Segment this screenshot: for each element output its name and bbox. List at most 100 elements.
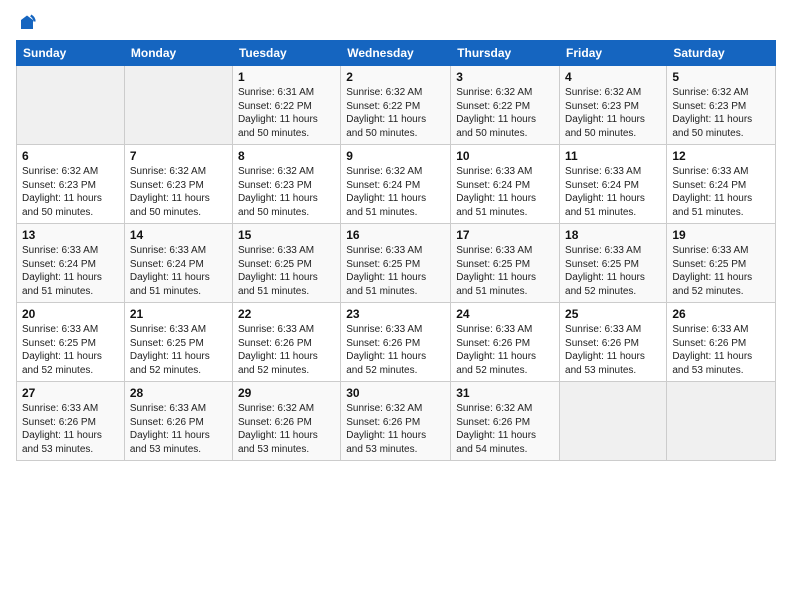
day-info: Sunrise: 6:32 AM Sunset: 6:26 PM Dayligh… [238,402,335,456]
day-cell: 7 Sunrise: 6:32 AM Sunset: 6:23 PM Daylig… [124,145,232,224]
day-number: 24 [456,307,554,321]
day-cell: 10 Sunrise: 6:33 AM Sunset: 6:24 PM Dayli… [451,145,560,224]
week-row-2: 6 Sunrise: 6:32 AM Sunset: 6:23 PM Daylig… [17,145,776,224]
day-number: 27 [22,386,119,400]
page: SundayMondayTuesdayWednesdayThursdayFrid… [0,0,792,612]
day-number: 4 [565,70,661,84]
day-cell: 29 Sunrise: 6:32 AM Sunset: 6:26 PM Dayli… [232,382,340,461]
day-cell: 22 Sunrise: 6:33 AM Sunset: 6:26 PM Dayli… [232,303,340,382]
day-info: Sunrise: 6:33 AM Sunset: 6:25 PM Dayligh… [672,244,770,298]
day-info: Sunrise: 6:32 AM Sunset: 6:24 PM Dayligh… [346,165,445,219]
day-number: 3 [456,70,554,84]
day-number: 22 [238,307,335,321]
logo [16,12,36,32]
day-cell [17,66,125,145]
day-number: 17 [456,228,554,242]
day-info: Sunrise: 6:33 AM Sunset: 6:26 PM Dayligh… [238,323,335,377]
day-cell: 21 Sunrise: 6:33 AM Sunset: 6:25 PM Dayli… [124,303,232,382]
day-info: Sunrise: 6:32 AM Sunset: 6:23 PM Dayligh… [565,86,661,140]
day-number: 13 [22,228,119,242]
day-cell: 24 Sunrise: 6:33 AM Sunset: 6:26 PM Dayli… [451,303,560,382]
weekday-header-saturday: Saturday [667,41,776,66]
day-info: Sunrise: 6:31 AM Sunset: 6:22 PM Dayligh… [238,86,335,140]
day-number: 12 [672,149,770,163]
day-cell: 16 Sunrise: 6:33 AM Sunset: 6:25 PM Dayli… [341,224,451,303]
weekday-header-monday: Monday [124,41,232,66]
day-cell: 13 Sunrise: 6:33 AM Sunset: 6:24 PM Dayli… [17,224,125,303]
day-cell: 4 Sunrise: 6:32 AM Sunset: 6:23 PM Daylig… [560,66,667,145]
day-info: Sunrise: 6:33 AM Sunset: 6:24 PM Dayligh… [672,165,770,219]
day-number: 1 [238,70,335,84]
day-cell: 18 Sunrise: 6:33 AM Sunset: 6:25 PM Dayli… [560,224,667,303]
day-cell: 17 Sunrise: 6:33 AM Sunset: 6:25 PM Dayli… [451,224,560,303]
day-cell: 25Sunrise: 6:33 AM Sunset: 6:26 PM Dayli… [560,303,667,382]
day-number: 16 [346,228,445,242]
day-cell: 6Sunrise: 6:32 AM Sunset: 6:23 PM Daylig… [17,145,125,224]
day-number: 26 [672,307,770,321]
week-row-5: 27 Sunrise: 6:33 AM Sunset: 6:26 PM Dayli… [17,382,776,461]
day-number: 31 [456,386,554,400]
day-info: Sunrise: 6:32 AM Sunset: 6:26 PM Dayligh… [346,402,445,456]
day-number: 8 [238,149,335,163]
week-row-1: 1 Sunrise: 6:31 AM Sunset: 6:22 PM Daylig… [17,66,776,145]
day-cell: 9 Sunrise: 6:32 AM Sunset: 6:24 PM Daylig… [341,145,451,224]
day-info: Sunrise: 6:32 AM Sunset: 6:22 PM Dayligh… [346,86,445,140]
day-number: 7 [130,149,227,163]
day-info: Sunrise: 6:33 AM Sunset: 6:24 PM Dayligh… [456,165,554,219]
day-cell: 20 Sunrise: 6:33 AM Sunset: 6:25 PM Dayli… [17,303,125,382]
day-info: Sunrise: 6:33 AM Sunset: 6:26 PM Dayligh… [130,402,227,456]
day-cell: 19 Sunrise: 6:33 AM Sunset: 6:25 PM Dayli… [667,224,776,303]
day-info: Sunrise: 6:33 AM Sunset: 6:24 PM Dayligh… [22,244,119,298]
day-info: Sunrise: 6:33 AM Sunset: 6:24 PM Dayligh… [565,165,661,219]
week-row-4: 20 Sunrise: 6:33 AM Sunset: 6:25 PM Dayli… [17,303,776,382]
day-cell: 11 Sunrise: 6:33 AM Sunset: 6:24 PM Dayli… [560,145,667,224]
day-info: Sunrise: 6:32 AM Sunset: 6:23 PM Dayligh… [672,86,770,140]
day-info: Sunrise: 6:33 AM Sunset: 6:25 PM Dayligh… [456,244,554,298]
day-cell: 28Sunrise: 6:33 AM Sunset: 6:26 PM Dayli… [124,382,232,461]
day-cell [667,382,776,461]
day-cell: 30Sunrise: 6:32 AM Sunset: 6:26 PM Dayli… [341,382,451,461]
day-info: Sunrise: 6:33 AM Sunset: 6:25 PM Dayligh… [346,244,445,298]
day-cell: 2 Sunrise: 6:32 AM Sunset: 6:22 PM Daylig… [341,66,451,145]
day-cell: 23Sunrise: 6:33 AM Sunset: 6:26 PM Dayli… [341,303,451,382]
day-info: Sunrise: 6:32 AM Sunset: 6:23 PM Dayligh… [130,165,227,219]
day-number: 10 [456,149,554,163]
day-info: Sunrise: 6:32 AM Sunset: 6:23 PM Dayligh… [238,165,335,219]
day-cell: 12 Sunrise: 6:33 AM Sunset: 6:24 PM Dayli… [667,145,776,224]
day-number: 20 [22,307,119,321]
weekday-header-sunday: Sunday [17,41,125,66]
day-info: Sunrise: 6:33 AM Sunset: 6:25 PM Dayligh… [22,323,119,377]
day-cell: 31Sunrise: 6:32 AM Sunset: 6:26 PM Dayli… [451,382,560,461]
weekday-header-row: SundayMondayTuesdayWednesdayThursdayFrid… [17,41,776,66]
day-info: Sunrise: 6:32 AM Sunset: 6:22 PM Dayligh… [456,86,554,140]
day-cell [124,66,232,145]
day-info: Sunrise: 6:33 AM Sunset: 6:26 PM Dayligh… [565,323,661,377]
weekday-header-tuesday: Tuesday [232,41,340,66]
day-info: Sunrise: 6:33 AM Sunset: 6:26 PM Dayligh… [672,323,770,377]
day-cell: 8 Sunrise: 6:32 AM Sunset: 6:23 PM Daylig… [232,145,340,224]
day-number: 14 [130,228,227,242]
day-info: Sunrise: 6:33 AM Sunset: 6:26 PM Dayligh… [456,323,554,377]
day-number: 11 [565,149,661,163]
logo-icon [18,14,36,32]
week-row-3: 13 Sunrise: 6:33 AM Sunset: 6:24 PM Dayli… [17,224,776,303]
day-cell: 15Sunrise: 6:33 AM Sunset: 6:25 PM Dayli… [232,224,340,303]
weekday-header-friday: Friday [560,41,667,66]
day-info: Sunrise: 6:33 AM Sunset: 6:24 PM Dayligh… [130,244,227,298]
day-info: Sunrise: 6:33 AM Sunset: 6:25 PM Dayligh… [565,244,661,298]
day-cell: 14 Sunrise: 6:33 AM Sunset: 6:24 PM Dayli… [124,224,232,303]
day-cell [560,382,667,461]
day-number: 29 [238,386,335,400]
day-cell: 26 Sunrise: 6:33 AM Sunset: 6:26 PM Dayli… [667,303,776,382]
day-cell: 3 Sunrise: 6:32 AM Sunset: 6:22 PM Daylig… [451,66,560,145]
day-number: 5 [672,70,770,84]
day-info: Sunrise: 6:33 AM Sunset: 6:25 PM Dayligh… [130,323,227,377]
day-number: 19 [672,228,770,242]
day-number: 18 [565,228,661,242]
day-number: 9 [346,149,445,163]
day-number: 2 [346,70,445,84]
day-number: 6 [22,149,119,163]
day-number: 21 [130,307,227,321]
day-info: Sunrise: 6:33 AM Sunset: 6:26 PM Dayligh… [346,323,445,377]
header [16,12,776,32]
